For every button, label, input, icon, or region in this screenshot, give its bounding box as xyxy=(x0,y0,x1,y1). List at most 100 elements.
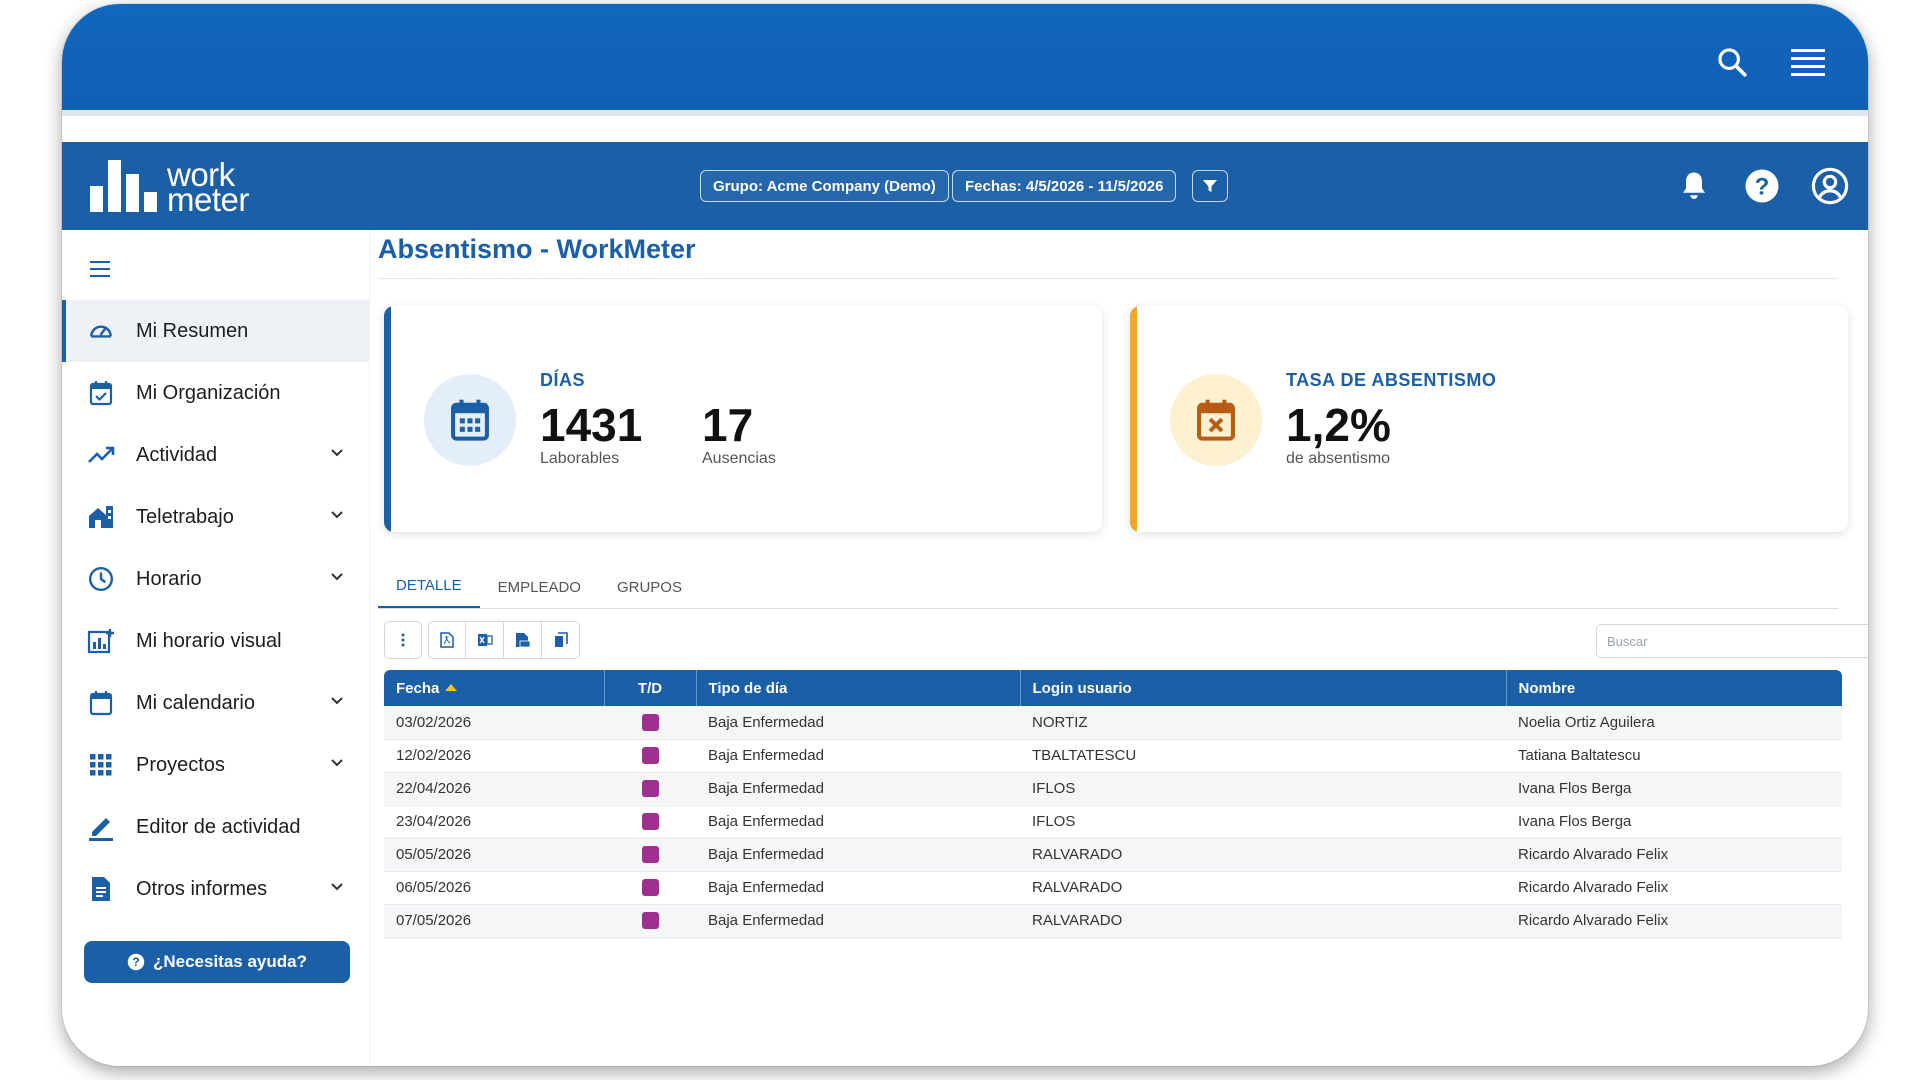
user-circle-icon[interactable] xyxy=(1808,164,1852,208)
sidebar-item-label: Mi horario visual xyxy=(136,629,282,652)
tab-grupos[interactable]: GRUPOS xyxy=(599,565,700,609)
copy-button[interactable] xyxy=(542,621,580,659)
column-header-login-usuario[interactable]: Login usuario xyxy=(1020,670,1507,706)
cell-tipo: Baja Enfermedad xyxy=(696,838,1020,872)
column-header-nombre[interactable]: Nombre xyxy=(1506,670,1842,706)
search-input[interactable] xyxy=(1607,633,1868,649)
cell-td xyxy=(604,838,696,872)
sidebar-item-editor-de-actividad[interactable]: Editor de actividad xyxy=(62,796,370,858)
column-header-fecha[interactable]: Fecha xyxy=(384,670,605,706)
cell-fecha: 03/02/2026 xyxy=(384,706,604,740)
chevron-down-icon[interactable] xyxy=(330,446,344,460)
more-vertical-icon xyxy=(401,633,405,647)
sidebar-item-label: Teletrabajo xyxy=(136,505,234,528)
sidebar-item-mi-horario-visual[interactable]: Mi horario visual xyxy=(62,610,370,672)
cell-nombre: Ricardo Alvarado Felix xyxy=(1506,904,1842,938)
sidebar-item-label: Mi calendario xyxy=(136,691,255,714)
search-icon[interactable] xyxy=(1712,42,1752,82)
tab-empleado[interactable]: EMPLEADO xyxy=(480,565,599,609)
sidebar-item-horario[interactable]: Horario xyxy=(62,548,370,610)
workdays-value: 1431 xyxy=(540,399,643,451)
sidebar-item-teletrabajo[interactable]: Teletrabajo xyxy=(62,486,370,548)
tab-detalle[interactable]: DETALLE xyxy=(378,565,480,609)
cell-nombre: Ricardo Alvarado Felix xyxy=(1506,838,1842,872)
pencil-icon xyxy=(86,812,116,842)
cell-td xyxy=(604,871,696,905)
cell-tipo: Baja Enfermedad xyxy=(696,805,1020,839)
cell-login: RALVARADO xyxy=(1020,871,1506,905)
column-header-tipo-de-dia[interactable]: Tipo de día xyxy=(696,670,1021,706)
table-toolbar xyxy=(384,621,580,659)
sidebar-item-label: Otros informes xyxy=(136,877,268,900)
day-type-marker xyxy=(641,846,659,864)
cell-nombre: Ivana Flos Berga xyxy=(1506,805,1842,839)
sidebar-toggle-icon[interactable] xyxy=(90,260,112,278)
copy-icon xyxy=(554,632,568,647)
table-row[interactable]: 22/04/2026 Baja Enfermedad IFLOS Ivana F… xyxy=(384,772,1842,806)
day-type-marker xyxy=(641,879,659,897)
table-search[interactable] xyxy=(1596,624,1868,658)
table-row[interactable]: 03/02/2026 Baja Enfermedad NORTIZ Noelia… xyxy=(384,706,1842,740)
table-row[interactable]: 07/05/2026 Baja Enfermedad RALVARADO Ric… xyxy=(384,904,1842,938)
dates-filter-chip[interactable]: Fechas: 4/5/2026 - 11/5/2026 xyxy=(952,170,1177,202)
device-frame: work meter Grupo: Acme Company (Demo) Fe… xyxy=(62,4,1868,1066)
svg-text:?: ? xyxy=(132,955,139,969)
table-row[interactable]: 05/05/2026 Baja Enfermedad RALVARADO Ric… xyxy=(384,838,1842,872)
column-header-td[interactable]: T/D xyxy=(604,670,697,706)
more-options-button[interactable] xyxy=(384,621,422,659)
days-card-stripe xyxy=(384,306,391,532)
sidebar-nav: Mi Resumen Mi Organización Actividad Tel… xyxy=(62,300,370,920)
help-icon: ? xyxy=(127,953,145,971)
menu-icon[interactable] xyxy=(1788,42,1828,82)
table-row[interactable]: 12/02/2026 Baja Enfermedad TBALTATESCU T… xyxy=(384,739,1842,773)
chevron-down-icon[interactable] xyxy=(330,570,344,584)
gauge-icon xyxy=(86,316,116,346)
calendar-icon xyxy=(424,374,516,466)
chart-add-icon xyxy=(86,626,116,656)
calendar-x-icon xyxy=(1170,374,1262,466)
cell-tipo: Baja Enfermedad xyxy=(696,739,1020,773)
document-icon xyxy=(86,874,116,904)
cell-login: NORTIZ xyxy=(1020,706,1506,740)
chevron-down-icon[interactable] xyxy=(330,508,344,522)
sidebar-item-proyectos[interactable]: Proyectos xyxy=(62,734,370,796)
cell-nombre: Ivana Flos Berga xyxy=(1506,772,1842,806)
absence-table: Fecha T/D Tipo de día Login usuario Nomb… xyxy=(384,670,1842,938)
absences-value: 17 xyxy=(702,399,754,451)
app-header: work meter Grupo: Acme Company (Demo) Fe… xyxy=(62,142,1868,230)
trend-icon xyxy=(86,440,116,470)
need-help-button[interactable]: ? ¿Necesitas ayuda? xyxy=(84,941,350,983)
sidebar-item-mi-resumen[interactable]: Mi Resumen xyxy=(62,300,370,362)
absences-label: Ausencias xyxy=(702,450,776,467)
sidebar-item-mi-organizacion[interactable]: Mi Organización xyxy=(62,362,370,424)
chevron-down-icon[interactable] xyxy=(330,694,344,708)
help-icon[interactable]: ? xyxy=(1740,164,1784,208)
table-row[interactable]: 23/04/2026 Baja Enfermedad IFLOS Ivana F… xyxy=(384,805,1842,839)
group-filter-chip[interactable]: Grupo: Acme Company (Demo) xyxy=(700,170,949,202)
bell-icon[interactable] xyxy=(1672,164,1716,208)
cell-td xyxy=(604,706,696,740)
export-excel-button[interactable] xyxy=(466,621,504,659)
chevron-down-icon[interactable] xyxy=(330,756,344,770)
cell-td xyxy=(604,805,696,839)
export-pdf-button[interactable] xyxy=(428,621,466,659)
sidebar-item-otros-informes[interactable]: Otros informes xyxy=(62,858,370,920)
filter-icon xyxy=(1203,180,1217,192)
sidebar-item-label: Actividad xyxy=(136,443,218,466)
table-row[interactable]: 06/05/2026 Baja Enfermedad RALVARADO Ric… xyxy=(384,871,1842,905)
title-divider xyxy=(378,278,1838,279)
chevron-down-icon[interactable] xyxy=(330,880,344,894)
sidebar-item-actividad[interactable]: Actividad xyxy=(62,424,370,486)
cell-td xyxy=(604,904,696,938)
cell-login: RALVARADO xyxy=(1020,904,1506,938)
rate-caption: TASA DE ABSENTISMO xyxy=(1286,370,1497,390)
calendar-check-icon xyxy=(86,378,116,408)
cell-nombre: Tatiana Baltatescu xyxy=(1506,739,1842,773)
export-csv-button[interactable] xyxy=(504,621,542,659)
filter-button[interactable] xyxy=(1192,170,1228,202)
sidebar-item-mi-calendario[interactable]: Mi calendario xyxy=(62,672,370,734)
cell-fecha: 07/05/2026 xyxy=(384,904,604,938)
sidebar-item-label: Horario xyxy=(136,567,202,590)
workmeter-logo[interactable]: work meter xyxy=(90,158,249,216)
browser-bar-separator xyxy=(62,110,1868,116)
